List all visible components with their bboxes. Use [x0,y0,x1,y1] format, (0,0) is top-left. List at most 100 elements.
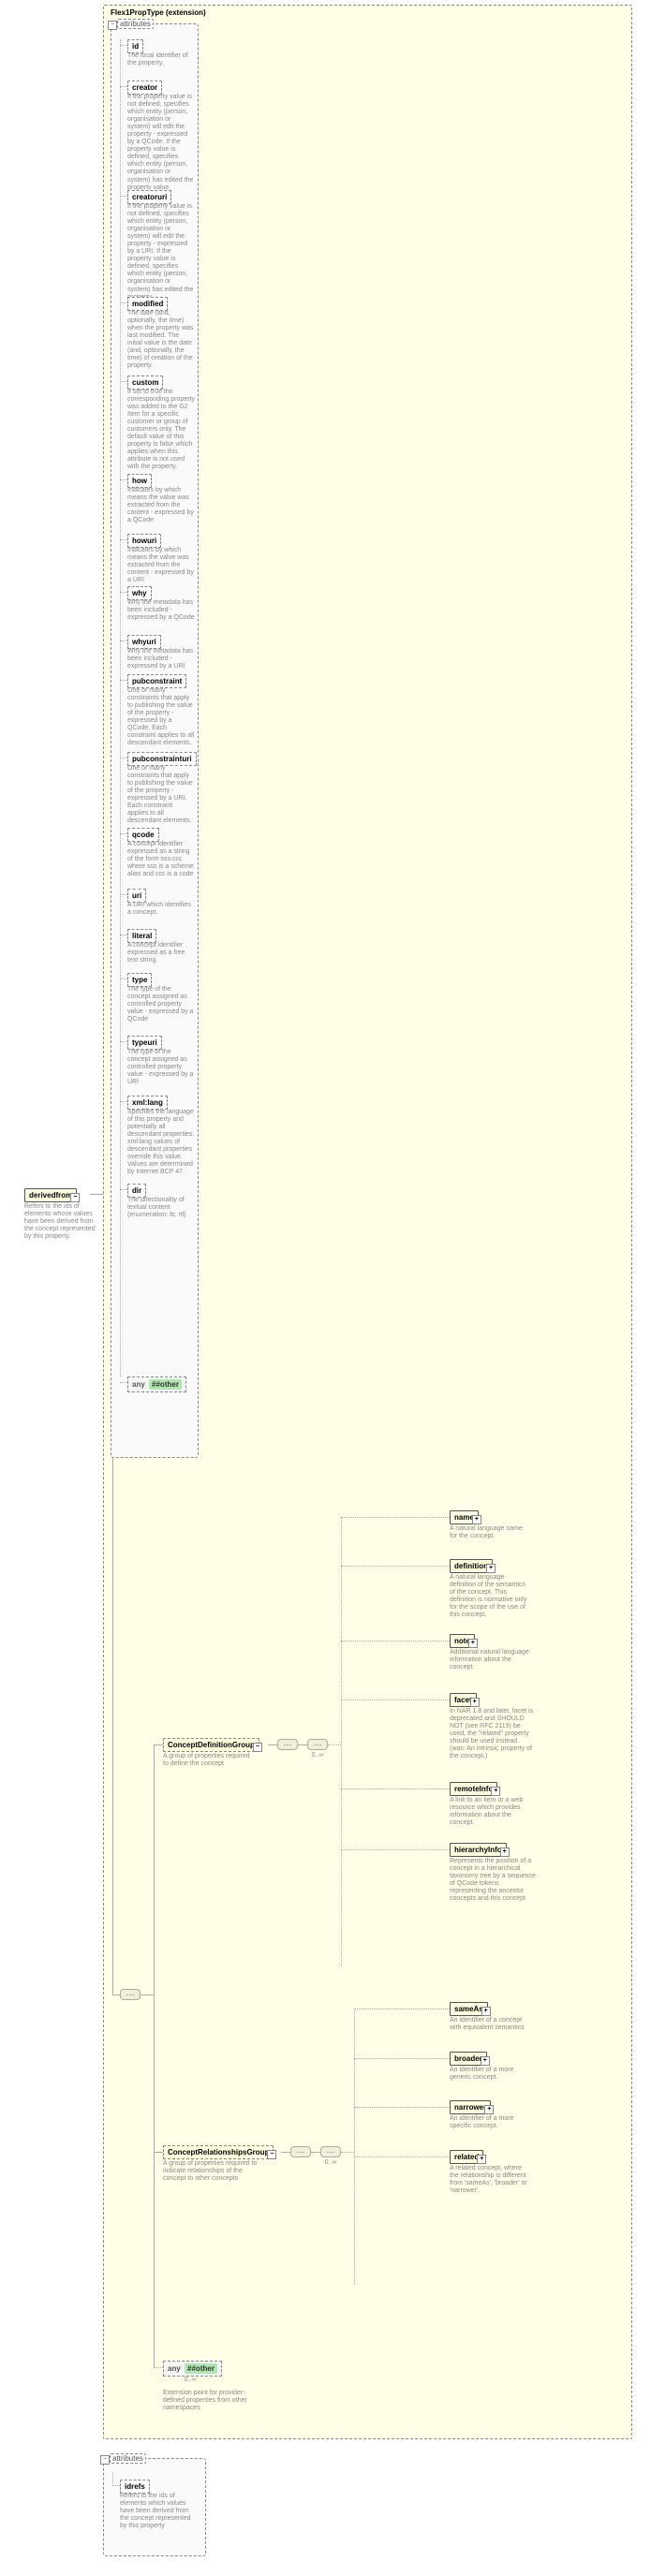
attr-connector [120,1041,127,1042]
attr-xmllang[interactable]: xml:lang [127,1096,168,1110]
expand-icon[interactable]: + [468,1639,478,1648]
any-other-attr[interactable]: any ##other [127,1376,186,1392]
attr-creator[interactable]: creator [127,81,162,95]
el-sameas[interactable]: sameAs+ [450,2002,488,2016]
root-element-label: derivedfrom [29,1191,72,1200]
concept-definition-group[interactable]: ConceptDefinitionGroup − [163,1738,259,1752]
attr-creatoruri-desc: If the property value is not defined, sp… [127,203,195,302]
collapse-icon[interactable]: − [108,21,117,30]
attr-connector [120,196,127,197]
attr-label: typeuri [132,1038,157,1047]
el-facet[interactable]: facet+ [450,1693,477,1707]
attr2-spine [112,2472,113,2486]
attr-pubconstrainturi[interactable]: pubconstrainturi [127,752,197,766]
attr-idrefs[interactable]: idrefs [120,2480,150,2494]
attr-literal[interactable]: literal [127,929,156,943]
attr-typeuri-desc: The type of the concept assigned as cont… [127,1049,195,1086]
expand-icon[interactable]: + [484,2105,494,2114]
el-name[interactable]: name+ [450,1510,479,1524]
attr-id[interactable]: id [127,39,143,53]
el-hierarchyinfo[interactable]: hierarchyInfo+ [450,1843,507,1857]
attr-label: xml:lang [132,1098,163,1107]
attr-connector [112,2485,120,2486]
attr-connector [120,1382,127,1383]
el-narrower[interactable]: narrower+ [450,2100,491,2114]
multiplicity: 0..∞ [307,1752,328,1759]
expand-icon[interactable]: + [472,1515,481,1524]
attr-uri[interactable]: uri [127,889,146,903]
any-label: any [168,2364,181,2373]
attr-whyuri[interactable]: whyuri [127,635,161,649]
expand-icon[interactable]: − [267,2150,276,2159]
el-desc: A related concept, where the relationshi… [450,2165,532,2195]
attr-label: type [132,976,147,984]
el-desc: A natural language name for the concept. [450,1525,529,1540]
attr-type[interactable]: type [127,973,152,987]
expand-icon[interactable]: + [500,1847,510,1857]
attr-creator-desc: If the property value is not defined, sp… [127,94,195,192]
attr-connector [120,86,127,87]
expand-icon[interactable]: + [470,1698,480,1707]
attr-custom[interactable]: custom [127,375,163,390]
line [268,1744,277,1745]
attr-howuri[interactable]: howuri [127,534,161,548]
attr-connector [120,640,127,641]
expand-icon[interactable]: + [477,2155,486,2164]
expand-icon[interactable]: + [481,2007,491,2016]
attr-qcode[interactable]: qcode [127,828,159,842]
el-broader[interactable]: broader+ [450,2052,487,2066]
group-label: ConceptRelationshipsGroup [168,2148,269,2156]
expand-icon[interactable]: + [491,1787,500,1796]
attr-how-desc: Indicates by which means the value was e… [127,487,195,524]
el-label: narrower [454,2103,486,2112]
attr-creatoruri[interactable]: creatoruri [127,190,171,204]
concept-definition-group-desc: A group of properties required to define… [163,1753,257,1768]
el-label: sameAs [454,2005,483,2013]
choice-connector [320,2146,341,2157]
attr-dir-desc: The directionality of textual content (e… [127,1197,195,1219]
el-definition[interactable]: definition+ [450,1559,493,1573]
multiplicity: 0..∞ [320,2159,341,2166]
expand-icon[interactable]: − [70,1193,80,1202]
expand-icon[interactable]: − [253,1743,262,1752]
el-label: related [454,2153,479,2161]
line [341,1517,450,1518]
sequence-connector [277,1739,298,1750]
el-desc: Additional natural language information … [450,1649,529,1671]
attr-connector [120,833,127,834]
attr-how[interactable]: how [127,474,152,488]
el-related[interactable]: related+ [450,2150,483,2164]
el-desc: An identifier of a more specific concept… [450,2115,532,2130]
root-element[interactable]: derivedfrom − [24,1188,77,1202]
main-spine [112,1458,113,1995]
attr-why-desc: Why the metadata has been included - exp… [127,599,195,622]
attr-label: dir [132,1186,141,1195]
attr-pubconstraint[interactable]: pubconstraint [127,674,186,688]
attr-connector [120,894,127,895]
group-label: ConceptDefinitionGroup [168,1741,255,1749]
attr-label: custom [132,378,158,387]
el-label: definition [454,1562,488,1570]
any-other-bottom[interactable]: any ##other [163,2361,222,2377]
def-children-spine [341,1517,342,1966]
attr-connector [120,592,127,593]
expand-icon[interactable]: + [486,1564,496,1573]
attr-why[interactable]: why [127,586,152,600]
attr-label: qcode [132,831,155,839]
attr-typeuri[interactable]: typeuri [127,1036,162,1050]
attr-modified[interactable]: modified [127,297,168,311]
el-note[interactable]: note+ [450,1634,475,1648]
line [354,2058,450,2059]
attr-connector [120,539,127,540]
attr-connector [120,302,127,303]
attr-dir[interactable]: dir [127,1184,146,1198]
el-remoteinfo[interactable]: remoteInfo+ [450,1782,497,1796]
attr-label: modified [132,300,163,308]
connector-line [90,1194,103,1195]
attr-connector [120,1101,127,1102]
el-label: broader [454,2054,482,2063]
expand-icon[interactable]: + [481,2056,490,2066]
el-label: hierarchyInfo [454,1846,502,1854]
collapse-icon[interactable]: − [100,2455,110,2465]
concept-relationships-group[interactable]: ConceptRelationshipsGroup − [163,2145,274,2159]
